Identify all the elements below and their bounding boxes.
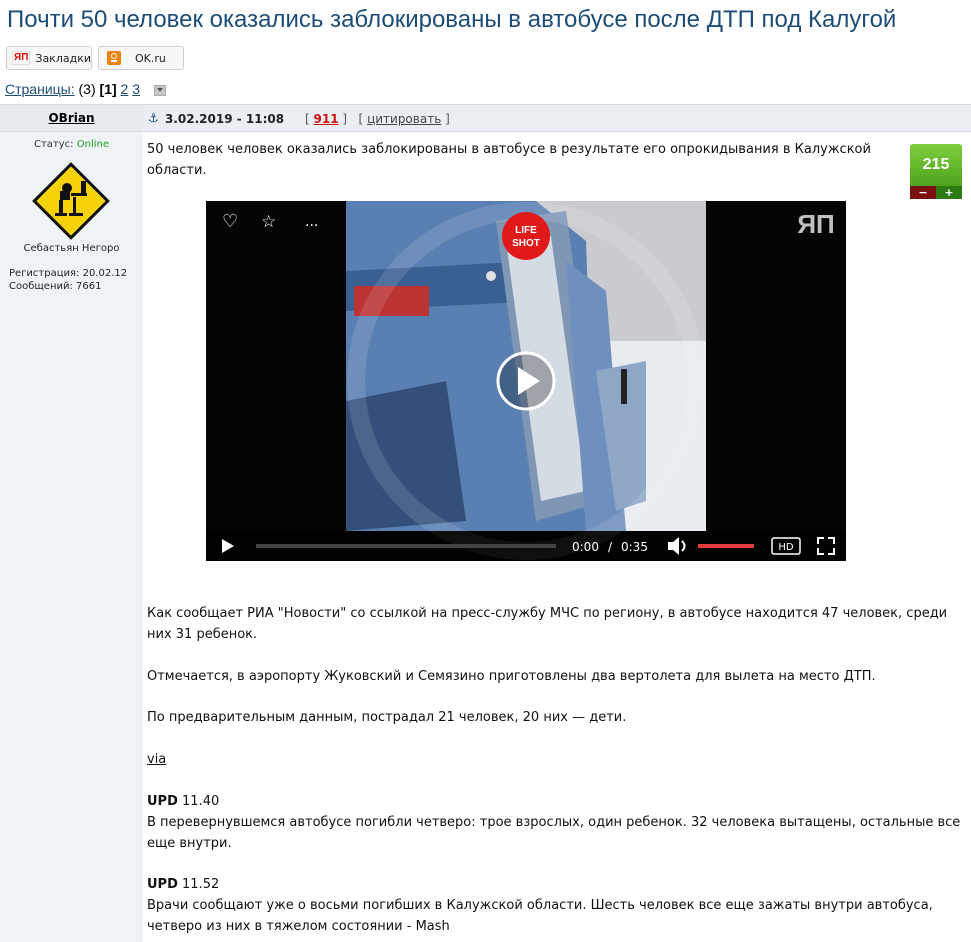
cite-bracket-open: [ — [358, 112, 364, 126]
bookmarks-button[interactable]: ЯП Закладки — [6, 46, 92, 70]
vote-score: 215 — [910, 144, 962, 186]
svg-text:SHOT: SHOT — [512, 238, 540, 249]
yaplakal-logo-icon: ЯП — [12, 51, 31, 65]
rating-bracket-open: [ — [305, 112, 310, 126]
author-registration: Регистрация: 20.02.12 — [9, 268, 128, 279]
pages-dropdown-icon[interactable] — [153, 84, 166, 96]
cite-button[interactable]: цитировать — [367, 112, 441, 126]
pages-count: (3) — [78, 81, 96, 97]
svg-text:HD: HD — [778, 542, 794, 553]
star-icon: ☆ — [261, 212, 276, 232]
avatar[interactable] — [31, 161, 111, 241]
pages-link[interactable]: Страницы: — [5, 81, 75, 97]
status-online: Online — [76, 139, 109, 150]
post-paragraph-1: Как сообщает РИА "Новости" со ссылкой на… — [147, 606, 948, 642]
anchor-icon[interactable]: ⚓ — [148, 111, 159, 125]
page-link-3[interactable]: 3 — [132, 81, 140, 97]
bookmarks-label: Закладки — [35, 51, 91, 65]
update-2-time: 11.52 — [182, 877, 220, 892]
progress-track — [256, 544, 556, 548]
time-total: 0:35 — [621, 540, 648, 554]
odnoklassniki-icon — [107, 51, 121, 65]
update-1-label: UPD — [147, 794, 178, 809]
rating-bracket-close: ] — [342, 112, 348, 126]
yaplakal-watermark: ЯП — [797, 209, 834, 239]
pagination: Страницы: (3) [1] 2 3 — [5, 81, 166, 97]
update-2-text: Врачи сообщают уже о восьми погибших в К… — [147, 898, 933, 934]
vote-plus-button[interactable]: + — [936, 186, 962, 199]
post-paragraph-3: По предварительным данным, пострадал 21 … — [147, 710, 627, 725]
lifeshot-badge: LIFE SHOT — [502, 212, 550, 260]
heart-icon: ♡ — [222, 211, 238, 232]
svg-text:LIFE: LIFE — [515, 225, 537, 236]
time-current: 0:00 — [572, 540, 599, 554]
vote-widget: 215 − + — [910, 144, 962, 199]
update-1: UPD 11.40 В перевернувшемся автобусе пог… — [147, 791, 967, 854]
update-1-text: В перевернувшемся автобусе погибли четве… — [147, 815, 961, 851]
vote-minus-button[interactable]: − — [910, 186, 936, 199]
page-title: Почти 50 человек оказались заблокированы… — [7, 6, 897, 33]
via-link[interactable]: via — [147, 752, 166, 767]
volume-fill — [698, 544, 754, 548]
cite-bracket-close: ] — [445, 112, 450, 126]
post-date: 3.02.2019 - 11:08 — [165, 112, 285, 126]
current-page: [1] — [99, 81, 117, 97]
post-rating-link[interactable]: 911 — [314, 112, 339, 126]
post-paragraph-2: Отмечается, в аэропорту Жуковский и Семя… — [147, 669, 876, 684]
update-2: UPD 11.52 Врачи сообщают уже о восьми по… — [147, 874, 967, 937]
page-link-2[interactable]: 2 — [121, 81, 129, 97]
author-stats: Регистрация: 20.02.12 Сообщений: 7661 — [9, 267, 127, 293]
more-options-icon: ... — [305, 214, 318, 230]
status-label: Статус: — [34, 139, 74, 150]
post-rating-links: [ 911 ] [ цитировать ] — [305, 112, 450, 126]
post-intro: 50 человек человек оказались заблокирова… — [147, 142, 871, 178]
author-messages: Сообщений: 7661 — [9, 281, 102, 292]
video-player[interactable]: ♡ ☆ ... LIFE SHOT ЯП 0:00 / 0:35 HD — [206, 201, 846, 561]
author-status: Статус: Online — [0, 139, 143, 150]
update-2-label: UPD — [147, 877, 178, 892]
update-1-time: 11.40 — [182, 794, 220, 809]
post-header: ⚓ 3.02.2019 - 11:08 [ 911 ] [ цитировать… — [143, 104, 971, 132]
author-title: Себастьян Негоро — [23, 243, 120, 254]
warning-sign-avatar-icon — [32, 162, 110, 240]
ok-share-button[interactable]: OK.ru — [98, 46, 184, 70]
ok-share-label: OK.ru — [135, 51, 166, 65]
author-username[interactable]: OBrian — [0, 111, 143, 125]
big-play-button — [496, 351, 556, 411]
